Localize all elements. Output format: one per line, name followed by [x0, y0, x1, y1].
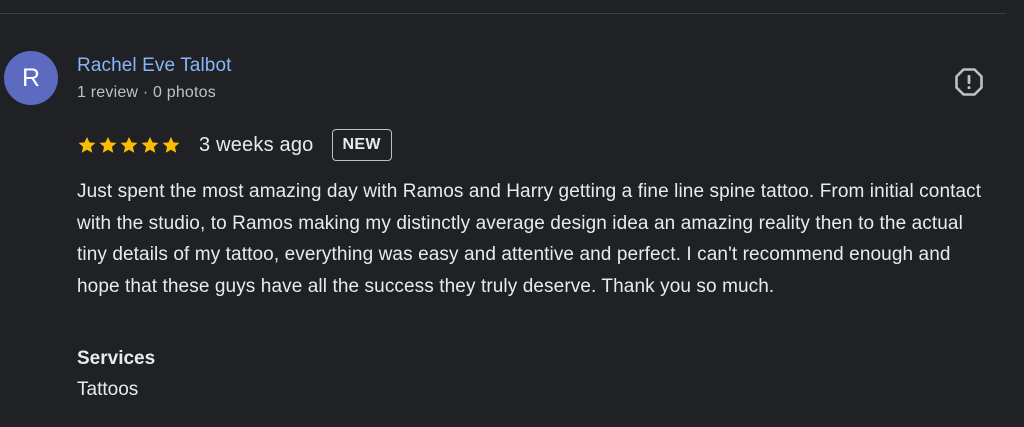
services-value: Tattoos [77, 379, 139, 400]
avatar[interactable]: R [4, 51, 58, 105]
star-icon [78, 136, 96, 153]
star-rating [77, 135, 181, 155]
new-badge: NEW [331, 129, 392, 161]
reviewer-meta: 1 review · 0 photos [77, 84, 216, 101]
services-heading: Services [77, 348, 156, 369]
reviewer-name-link[interactable]: Rachel Eve Talbot [77, 55, 232, 77]
star-icon [141, 136, 159, 153]
review-time: 3 weeks ago [199, 133, 314, 156]
rating-row: 3 weeks ago NEW [77, 128, 392, 162]
star-icon [162, 136, 180, 153]
star-icon [120, 136, 138, 153]
review-text: Just spent the most amazing day with Ram… [77, 181, 982, 297]
avatar-initial: R [21, 63, 41, 92]
star-icon [99, 136, 117, 153]
report-review-button[interactable] [952, 65, 986, 99]
top-divider [0, 13, 1006, 14]
report-icon [955, 68, 983, 96]
